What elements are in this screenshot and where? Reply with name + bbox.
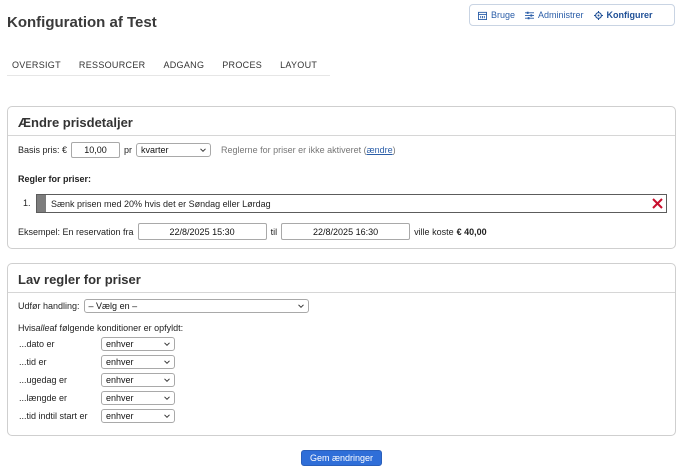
- rule-item[interactable]: Sænk prisen med 20% hvis det er Søndag e…: [36, 194, 667, 213]
- nav-konfigurer[interactable]: Konfigurer: [593, 10, 653, 20]
- nav-administrer-label: Administrer: [538, 10, 584, 20]
- base-price-row: Basis pris: € pr kvarter Reglerne for pr…: [18, 142, 396, 158]
- panel-divider: [8, 135, 675, 136]
- price-unit-select[interactable]: kvarter: [136, 143, 212, 157]
- chevron-down-icon: [200, 148, 206, 153]
- make-rules-title: Lav regler for priser: [18, 272, 141, 287]
- example-to-label: til: [270, 226, 278, 237]
- chevron-down-icon: [164, 396, 170, 401]
- condition-value: enhver: [106, 411, 134, 421]
- example-from-input[interactable]: [137, 223, 267, 240]
- pricing-title: Ændre prisdetaljer: [18, 115, 133, 130]
- condition-select-weekday[interactable]: enhver: [101, 373, 175, 387]
- condition-value: enhver: [106, 339, 134, 349]
- chevron-down-icon: [164, 360, 170, 365]
- condition-label-date: ...dato er: [19, 339, 55, 349]
- tab-bar: OVERSIGT RESSOURCER ADGANG PROCES LAYOUT: [7, 56, 331, 76]
- per-label: pr: [124, 145, 133, 155]
- rules-status: Reglerne for priser er ikke aktiveret (: [221, 145, 367, 155]
- example-cost-value: € 40,00: [456, 226, 487, 237]
- drag-handle[interactable]: [37, 195, 46, 212]
- page-title: Konfiguration af Test: [7, 14, 157, 31]
- nav-konfigurer-label: Konfigurer: [606, 10, 653, 20]
- condition-value: enhver: [106, 393, 134, 403]
- price-unit-value: kvarter: [141, 145, 169, 155]
- nav-administrer[interactable]: Administrer: [525, 10, 584, 20]
- example-row: Eksempel: En reservation fra til ville k…: [18, 223, 487, 240]
- chevron-down-icon: [164, 342, 170, 347]
- nav-bruge[interactable]: Bruge: [478, 10, 515, 20]
- rule-number: 1.: [23, 198, 31, 208]
- condition-label-time-until-start: ...tid indtil start er: [19, 411, 88, 421]
- nav-bruge-label: Bruge: [491, 10, 516, 20]
- tab-oversigt[interactable]: OVERSIGT: [7, 56, 66, 75]
- base-price-input[interactable]: [71, 142, 121, 158]
- calendar-icon: [478, 11, 487, 20]
- tab-layout[interactable]: LAYOUT: [275, 56, 322, 75]
- tab-proces[interactable]: PROCES: [217, 56, 267, 75]
- pricing-panel: Ændre prisdetaljer Basis pris: € pr kvar…: [7, 106, 676, 249]
- gear-icon: [593, 10, 603, 20]
- example-label: Eksempel: En reservation fra: [18, 226, 134, 237]
- conditions-intro-pre: Hvis: [18, 323, 36, 333]
- example-cost-label: ville koste: [414, 226, 454, 237]
- tab-adgang[interactable]: ADGANG: [158, 56, 209, 75]
- action-select[interactable]: – Vælg en –: [83, 299, 309, 313]
- condition-value: enhver: [106, 375, 134, 385]
- chevron-down-icon: [164, 414, 170, 419]
- chevron-down-icon: [297, 304, 304, 309]
- rules-heading: Regler for priser:: [18, 174, 92, 184]
- conditions-intro-post: af følgende konditioner er opfyldt:: [49, 323, 184, 333]
- rule-text: Sænk prisen med 20% hvis det er Søndag e…: [51, 198, 271, 209]
- sliders-icon: [525, 11, 535, 19]
- panel-divider: [8, 292, 675, 293]
- make-rules-panel: Lav regler for priser Udfør handling: – …: [7, 263, 676, 436]
- save-button[interactable]: Gem ændringer: [301, 450, 382, 466]
- conditions-intro-em: alle: [35, 323, 50, 333]
- action-value: – Vælg en –: [88, 301, 138, 311]
- base-price-label: Basis pris: €: [18, 145, 68, 155]
- action-label: Udfør handling:: [18, 301, 80, 311]
- example-to-input[interactable]: [281, 223, 411, 240]
- tab-ressourcer[interactable]: RESSOURCER: [74, 56, 151, 75]
- action-row: Udfør handling: – Vælg en –: [18, 299, 309, 313]
- chevron-down-icon: [164, 378, 170, 383]
- condition-select-time[interactable]: enhver: [101, 355, 175, 369]
- condition-select-time-until-start[interactable]: enhver: [101, 409, 175, 423]
- conditions-intro: Hvis alle af følgende konditioner er opf…: [18, 323, 183, 333]
- delete-rule-icon[interactable]: [652, 198, 663, 209]
- condition-value: enhver: [106, 357, 134, 367]
- change-rules-link[interactable]: ændre: [367, 145, 393, 155]
- condition-label-time: ...tid er: [19, 357, 47, 367]
- condition-label-weekday: ...ugedag er: [19, 375, 68, 385]
- condition-select-length[interactable]: enhver: [101, 391, 175, 405]
- rules-status-end: ): [392, 145, 396, 155]
- condition-label-length: ...længde er: [19, 393, 68, 403]
- top-nav: Bruge Administrer Konfigurer: [469, 4, 675, 26]
- condition-select-date[interactable]: enhver: [101, 337, 175, 351]
